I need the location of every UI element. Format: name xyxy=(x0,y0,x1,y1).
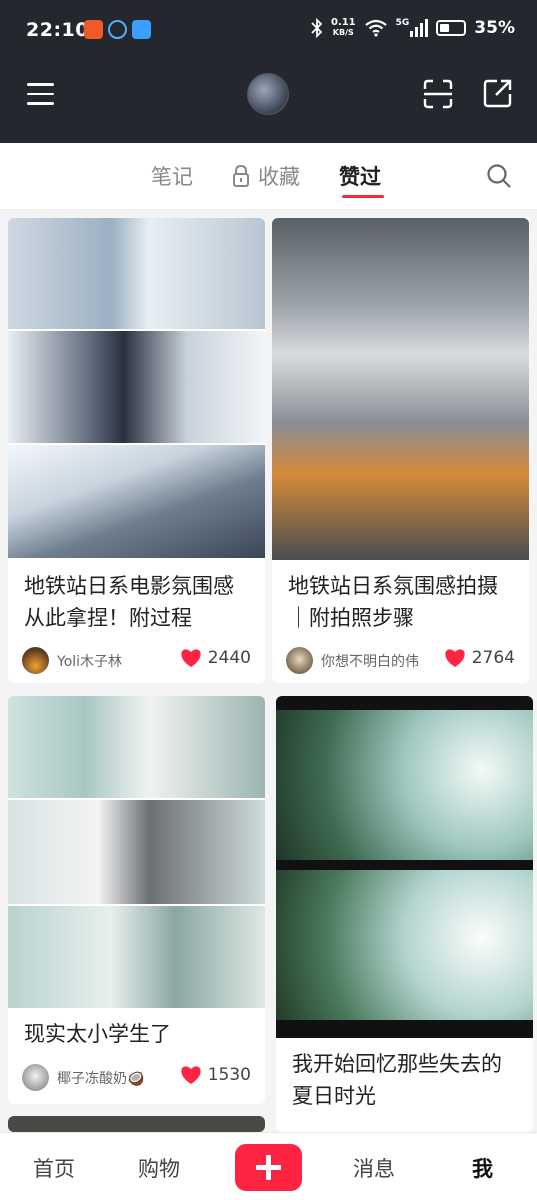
network-speed: 0.11 KB/S xyxy=(330,17,356,38)
author-avatar xyxy=(286,647,313,674)
note-title: 地铁站日系氛围感拍摄 ｜附拍照步骤 xyxy=(288,574,498,630)
bluetooth-icon xyxy=(311,18,323,38)
feed-card[interactable]: 地铁站日系电影氛围感 从此拿捏！附过程 Yoli木子林 2440 xyxy=(8,218,265,683)
tab-liked[interactable]: 赞过 xyxy=(339,161,381,191)
note-title: 地铁站日系电影氛围感 从此拿捏！附过程 xyxy=(24,574,234,630)
app-notification-icon xyxy=(108,20,127,39)
battery-percent: 35% xyxy=(474,18,515,38)
tab-collect[interactable]: 收藏 xyxy=(232,161,300,191)
feed-card[interactable]: 地铁站日系氛围感拍摄 ｜附拍照步骤 你想不明白的伟 2764 xyxy=(272,218,529,683)
like-count[interactable]: 2764 xyxy=(444,648,515,668)
nav-home[interactable]: 首页 xyxy=(33,1153,75,1183)
lock-icon xyxy=(233,165,249,187)
add-note-button[interactable] xyxy=(235,1144,302,1191)
status-right: 0.11 KB/S 5G 35% xyxy=(311,18,515,38)
note-cover-image xyxy=(8,218,265,560)
menu-icon[interactable] xyxy=(27,83,54,105)
feed-card[interactable]: 现实太小学生了 椰子冻酸奶🥥 1530 xyxy=(8,696,265,1104)
heart-icon xyxy=(181,649,201,667)
feed-card[interactable] xyxy=(8,1116,265,1132)
status-bar: 22:10 0.11 KB/S 5G 35% xyxy=(0,0,537,62)
like-count[interactable]: 1530 xyxy=(180,1065,251,1085)
tab-collect-label: 收藏 xyxy=(258,165,300,189)
top-bar: 22:10 0.11 KB/S 5G 35% xyxy=(0,0,537,143)
bottom-nav: 首页 购物 消息 我 xyxy=(0,1132,537,1200)
profile-tabs: 笔记 收藏 赞过 xyxy=(0,143,537,210)
search-icon[interactable] xyxy=(486,163,512,189)
note-author[interactable]: 你想不明白的伟 xyxy=(286,647,419,674)
note-cover-image xyxy=(276,696,533,1038)
like-count[interactable]: 2440 xyxy=(180,648,251,668)
scan-icon[interactable] xyxy=(423,79,453,109)
note-cover-image xyxy=(8,696,265,1010)
active-tab-indicator xyxy=(342,195,384,198)
nav-shop[interactable]: 购物 xyxy=(138,1153,180,1183)
author-avatar xyxy=(22,647,49,674)
battery-icon xyxy=(436,20,467,36)
note-title: 现实太小学生了 xyxy=(24,1022,171,1046)
weather-icon xyxy=(132,20,151,39)
heart-icon xyxy=(181,1066,201,1084)
nav-me[interactable]: 我 xyxy=(472,1153,493,1183)
heart-icon xyxy=(445,649,465,667)
status-time: 22:10 xyxy=(26,19,89,41)
wifi-icon xyxy=(364,19,387,37)
note-author[interactable]: Yoli木子林 xyxy=(22,647,122,674)
note-author[interactable]: 椰子冻酸奶🥥 xyxy=(22,1064,144,1091)
app-notification-icon xyxy=(84,20,103,39)
author-avatar xyxy=(22,1064,49,1091)
nav-messages[interactable]: 消息 xyxy=(353,1153,395,1183)
avatar[interactable] xyxy=(247,73,289,115)
note-title: 我开始回忆那些失去的 夏日时光 xyxy=(292,1052,502,1108)
share-icon[interactable] xyxy=(483,78,513,108)
signal-icon: 5G xyxy=(396,19,429,37)
feed-card[interactable]: 我开始回忆那些失去的 夏日时光 xyxy=(276,696,533,1132)
note-cover-image xyxy=(272,218,529,560)
plus-icon xyxy=(256,1155,281,1180)
tab-notes[interactable]: 笔记 xyxy=(151,161,193,191)
